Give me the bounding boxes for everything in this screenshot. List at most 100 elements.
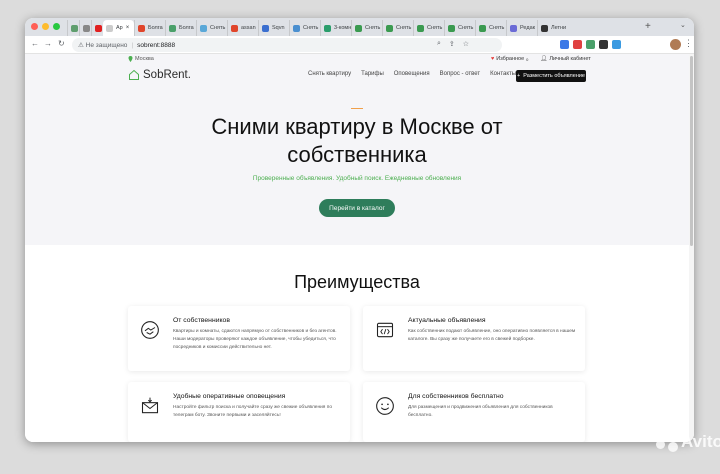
extension-icon[interactable]: [560, 40, 569, 49]
browser-tab[interactable]: 3-комн: [320, 20, 351, 36]
new-tab-icon[interactable]: +: [645, 21, 651, 32]
catalog-button[interactable]: Перейти в каталог: [319, 199, 395, 217]
cabinet-link[interactable]: 👤︎ Личный кабинет: [540, 56, 590, 62]
browser-tab[interactable]: [91, 20, 103, 36]
browser-window: Ap × Болга Болга Снять assan Sqvn Снять 3-комн Сн…: [25, 18, 694, 442]
tab-label: assan: [241, 25, 256, 31]
nav-link[interactable]: Вопрос - ответ: [440, 71, 481, 77]
tab-label: Летни: [551, 25, 567, 31]
page-scrollbar[interactable]: [689, 54, 694, 442]
browser-tab[interactable]: Редак: [506, 20, 537, 36]
window-controls: [31, 23, 60, 30]
zoom-icon[interactable]: ⌕: [437, 40, 441, 48]
minimize-window-button[interactable]: [42, 23, 49, 30]
tab-favicon-icon: [541, 24, 548, 32]
browser-toolbar: ← → ↻ ⚠ Не защищено | sobrent:8888 ⌕ ⇪ ☆…: [25, 36, 694, 54]
smile-icon: [376, 397, 394, 415]
tab-favicon-icon: [293, 24, 300, 32]
card-text: Для размещения и продвижения объявления …: [408, 405, 553, 418]
post-ad-label: Разместить объявление: [523, 73, 585, 79]
tab-favicon-icon: [510, 24, 517, 32]
site-logo[interactable]: SobRent.: [128, 69, 191, 81]
tab-close-icon[interactable]: ×: [126, 25, 130, 31]
browser-tab[interactable]: Ap ×: [103, 20, 134, 36]
extension-icon[interactable]: [586, 40, 595, 49]
tab-favicon-icon: [200, 24, 207, 32]
browser-tab[interactable]: Болга: [165, 20, 196, 36]
profile-avatar[interactable]: [670, 39, 681, 50]
favorites-link[interactable]: ♥ Избранное 0: [491, 56, 528, 62]
card-title: Для собственников бесплатно: [408, 393, 504, 400]
tab-favicon-icon: [479, 24, 486, 32]
nav-link[interactable]: Тарифы: [361, 71, 384, 77]
tab-label: Снять: [396, 25, 412, 31]
hero-title: Сними квартиру в Москве от собственника: [211, 114, 503, 167]
location-pin-icon: [128, 56, 133, 62]
hero-section: Москва ♥ Избранное 0 👤︎ Личный кабинет S…: [25, 54, 689, 245]
tab-label: Болга: [179, 25, 194, 31]
city-label: Москва: [135, 56, 154, 62]
nav-link[interactable]: Оповещения: [394, 71, 430, 77]
forward-icon[interactable]: →: [44, 39, 52, 48]
tab-strip: Ap × Болга Болга Снять assan Sqvn Снять 3-комн Сн…: [25, 18, 694, 36]
browser-menu-icon[interactable]: ⋮: [684, 38, 693, 49]
browser-tab[interactable]: Снять: [351, 20, 382, 36]
back-icon[interactable]: ←: [31, 39, 39, 48]
browser-tab[interactable]: Снять: [413, 20, 444, 36]
tab-favicon-icon: [231, 24, 238, 32]
tab-label: Снять: [210, 25, 226, 31]
tab-label: Снять: [427, 25, 443, 31]
main-nav: Снять квартиру Тарифы Оповещения Вопрос - о…: [308, 71, 516, 77]
browser-tab[interactable]: Снять: [444, 20, 475, 36]
scrollbar-thumb[interactable]: [690, 56, 693, 246]
tab-label: Снять: [458, 25, 474, 31]
browser-tab[interactable]: [67, 20, 79, 36]
web-page: Москва ♥ Избранное 0 👤︎ Личный кабинет S…: [25, 54, 689, 442]
extension-icon[interactable]: [573, 40, 582, 49]
avito-logo-icon: [656, 432, 678, 452]
plus-icon: +: [517, 73, 521, 79]
advantage-card-notifications: Удобные оперативные оповещения Настройте…: [128, 382, 350, 442]
bookmark-star-icon[interactable]: ☆: [463, 40, 469, 48]
card-title: От собственников: [173, 317, 230, 324]
tab-favicon-icon: [83, 24, 90, 32]
browser-tab[interactable]: [79, 20, 91, 36]
tab-favicon-icon: [386, 24, 393, 32]
browser-tab[interactable]: Снять: [289, 20, 320, 36]
tab-list: Ap × Болга Болга Снять assan Sqvn Снять 3-комн Сн…: [67, 20, 568, 36]
browser-tab[interactable]: Снять: [196, 20, 227, 36]
nav-link[interactable]: Снять квартиру: [308, 71, 351, 77]
tab-label: Редак: [520, 25, 536, 31]
card-title: Актуальные объявления: [408, 317, 486, 324]
tab-label: Снять: [365, 25, 381, 31]
cabinet-label: Личный кабинет: [549, 56, 591, 62]
tab-search-icon[interactable]: ⌄: [680, 21, 686, 29]
tab-label: Ap: [116, 25, 123, 31]
post-ad-button[interactable]: + Разместить объявление: [516, 70, 586, 82]
nav-link[interactable]: Контакты: [490, 71, 516, 77]
handshake-icon: [141, 321, 159, 339]
share-icon[interactable]: ⇪: [449, 40, 455, 48]
extension-icon[interactable]: [599, 40, 608, 49]
browser-tab[interactable]: Болга: [134, 20, 165, 36]
avito-watermark: Avito: [656, 432, 720, 452]
advantages-title: Преимущества: [294, 272, 420, 292]
tab-label: Снять: [489, 25, 505, 31]
maximize-window-button[interactable]: [53, 23, 60, 30]
house-logo-icon: [129, 69, 139, 80]
browser-tab[interactable]: Снять: [475, 20, 506, 36]
tab-favicon-icon: [324, 24, 331, 32]
extension-icon[interactable]: [612, 40, 621, 49]
reload-icon[interactable]: ↻: [58, 39, 65, 48]
card-text: Как собственник подают объявление, оно о…: [408, 329, 576, 342]
browser-tab[interactable]: Летни: [537, 20, 568, 36]
tab-label: Болга: [148, 25, 163, 31]
tab-favicon-icon: [106, 24, 113, 32]
tab-favicon-icon: [95, 24, 102, 32]
tab-favicon-icon: [169, 24, 176, 32]
browser-tab[interactable]: Снять: [382, 20, 413, 36]
city-selector[interactable]: Москва: [128, 56, 154, 62]
close-window-button[interactable]: [31, 23, 38, 30]
browser-tab[interactable]: assan: [227, 20, 258, 36]
browser-tab[interactable]: Sqvn: [258, 20, 289, 36]
